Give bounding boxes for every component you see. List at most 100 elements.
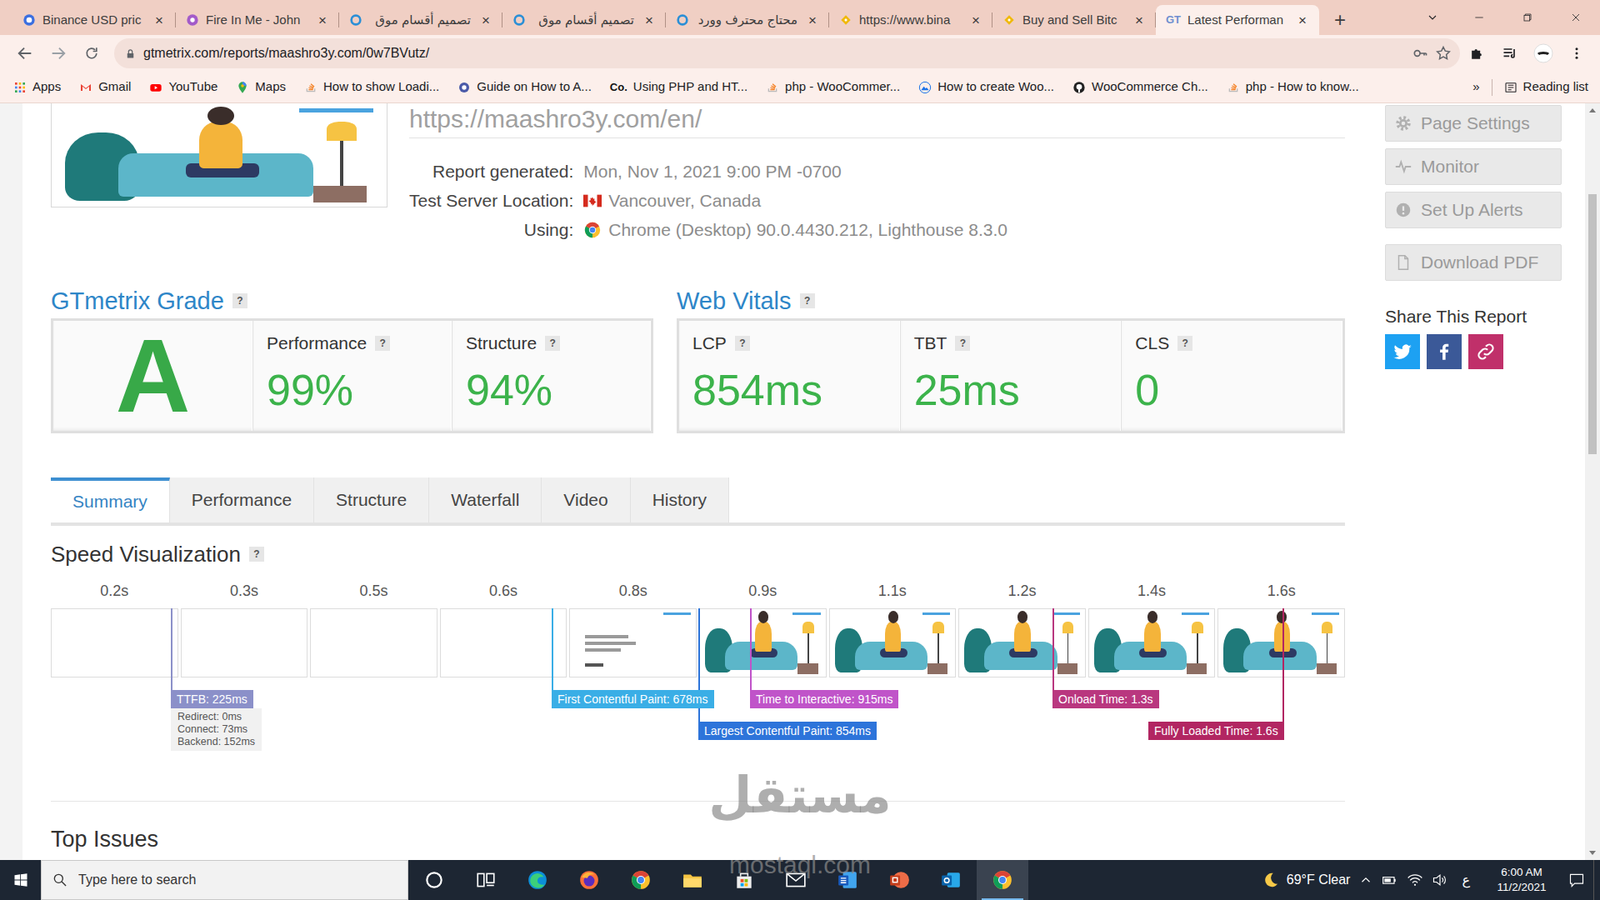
browser-tab[interactable]: https://www.bina×	[829, 5, 993, 35]
menu-dots-icon[interactable]	[1560, 36, 1594, 70]
taskbar-app[interactable]	[408, 860, 460, 900]
search-input[interactable]	[76, 869, 398, 891]
bookmark[interactable]: Gmail	[79, 77, 131, 97]
bookmark[interactable]: WooCommerce Ch...	[1072, 77, 1209, 97]
browser-tab[interactable]: تصميم أقسام موق×	[339, 5, 503, 35]
filmstrip-frame[interactable]	[829, 608, 957, 678]
clock[interactable]: 6:00 AM11/2/2021	[1483, 865, 1560, 895]
timing-marker[interactable]: First Contentful Paint: 678ms	[551, 690, 715, 709]
taskbar-app[interactable]	[873, 860, 925, 900]
puzzle-icon[interactable]	[1460, 36, 1494, 70]
filmstrip-frame[interactable]	[569, 608, 697, 678]
bookmark[interactable]: Maps	[235, 77, 286, 97]
browser-tab[interactable]: GTLatest Performan×	[1155, 5, 1320, 35]
forward-arrow-icon[interactable]	[41, 36, 75, 70]
help-button[interactable]: ?	[1177, 335, 1193, 351]
browser-tab[interactable]: محتاج محترف وورد×	[665, 5, 830, 35]
key-icon[interactable]	[1411, 45, 1429, 62]
tab-close-button[interactable]: ×	[1294, 13, 1311, 28]
chevron-up-icon[interactable]	[1358, 872, 1374, 888]
profile-icon[interactable]	[1526, 36, 1560, 70]
filmstrip-frame[interactable]	[440, 608, 568, 678]
minimize-icon[interactable]	[1455, 0, 1504, 35]
address-url[interactable]: gtmetrix.com/reports/maashro3y.com/0w7BV…	[143, 43, 1405, 64]
scrollbar[interactable]	[1585, 103, 1600, 860]
filmstrip-frame[interactable]	[958, 608, 1086, 678]
tab-close-button[interactable]: ×	[640, 13, 658, 28]
taskbar-app[interactable]	[615, 860, 667, 900]
filmstrip-frame[interactable]	[1088, 608, 1216, 678]
twitter-share-button[interactable]	[1385, 334, 1420, 370]
close-window-icon[interactable]	[1551, 0, 1600, 35]
report-tab[interactable]: Structure	[314, 477, 430, 523]
taskbar-app[interactable]	[511, 860, 564, 900]
taskbar-app[interactable]	[563, 860, 615, 900]
help-button[interactable]: ?	[249, 546, 265, 562]
browser-tab[interactable]: تصميم أقسام موق×	[502, 5, 666, 35]
volume-icon[interactable]	[1431, 871, 1449, 889]
report-tab[interactable]: Waterfall	[429, 477, 542, 523]
wifi-icon[interactable]	[1406, 871, 1424, 889]
weather-widget[interactable]: 69°F Clear	[1261, 870, 1351, 890]
scroll-up-button[interactable]	[1585, 103, 1600, 118]
report-tab[interactable]: Performance	[170, 477, 315, 523]
bookmark[interactable]: How to show Loadi...	[304, 77, 440, 97]
bookmark[interactable]: How to create Woo...	[918, 77, 1055, 97]
filmstrip-frame[interactable]	[699, 608, 827, 678]
address-bar[interactable]: gtmetrix.com/reports/maashro3y.com/0w7BV…	[114, 38, 1460, 69]
timing-marker[interactable]: TTFB: 225ms	[170, 690, 254, 709]
bookmark[interactable]: php - WooCommer...	[765, 77, 900, 97]
report-tab[interactable]: Summary	[50, 477, 170, 523]
show-desktop-button[interactable]	[1593, 860, 1599, 900]
bookmark[interactable]: Apps	[13, 77, 61, 97]
sidebar-button[interactable]: Download PDF	[1385, 244, 1562, 281]
windows-start-icon[interactable]	[0, 860, 41, 900]
notifications-icon[interactable]	[1568, 871, 1585, 889]
sidebar-button[interactable]: Monitor	[1385, 148, 1562, 185]
facebook-share-button[interactable]	[1426, 334, 1462, 370]
bookmark[interactable]: YouTube	[149, 77, 218, 97]
tab-close-button[interactable]: ×	[967, 13, 985, 28]
more-bookmarks-button[interactable]: »	[1472, 77, 1480, 97]
sidebar-button[interactable]: Page Settings	[1385, 105, 1562, 142]
star-icon[interactable]	[1435, 45, 1452, 62]
scroll-down-button[interactable]	[1585, 845, 1600, 860]
battery-icon[interactable]	[1381, 871, 1399, 889]
maximize-icon[interactable]	[1503, 0, 1552, 35]
tab-close-button[interactable]: ×	[1130, 13, 1148, 28]
taskbar-app[interactable]	[718, 860, 770, 900]
help-button[interactable]: ?	[232, 293, 248, 309]
report-tab[interactable]: History	[630, 477, 730, 523]
browser-tab[interactable]: Buy and Sell Bitc×	[992, 5, 1156, 35]
bookmark[interactable]: Guide on How to A...	[457, 77, 592, 97]
filmstrip-frame[interactable]	[50, 608, 179, 678]
bookmark[interactable]: php - How to know...	[1226, 77, 1360, 97]
help-button[interactable]: ?	[735, 335, 750, 351]
input-language[interactable]: ع	[1456, 870, 1475, 890]
taskbar-app[interactable]	[666, 860, 719, 900]
chevron-down-icon[interactable]	[1417, 2, 1448, 33]
new-tab-button[interactable]: +	[1325, 5, 1355, 35]
timing-marker[interactable]: Fully Loaded Time: 1.6s	[1148, 721, 1285, 740]
link-share-button[interactable]	[1468, 334, 1504, 370]
help-button[interactable]: ?	[955, 335, 970, 351]
filmstrip-frame[interactable]	[310, 608, 438, 678]
help-button[interactable]: ?	[800, 293, 815, 309]
help-button[interactable]: ?	[545, 335, 560, 351]
browser-tab[interactable]: Binance USD pric×	[12, 5, 176, 35]
timing-marker[interactable]: Largest Contentful Paint: 854ms	[698, 721, 877, 740]
filmstrip-frame[interactable]	[1217, 608, 1345, 678]
taskbar-app[interactable]	[821, 860, 874, 900]
timing-marker[interactable]: Onload Time: 1.3s	[1052, 690, 1160, 709]
taskbar-app[interactable]	[925, 860, 977, 900]
tab-close-button[interactable]: ×	[150, 13, 168, 28]
back-arrow-icon[interactable]	[8, 36, 42, 70]
taskbar-app[interactable]	[770, 860, 822, 900]
taskbar-app[interactable]	[976, 860, 1029, 900]
tab-close-button[interactable]: ×	[477, 13, 495, 28]
timing-marker[interactable]: Time to Interactive: 915ms	[750, 690, 899, 709]
reading-list-button[interactable]: Reading list	[1504, 77, 1589, 97]
reload-icon[interactable]	[75, 36, 109, 70]
tab-close-button[interactable]: ×	[804, 13, 821, 28]
tab-close-button[interactable]: ×	[314, 13, 331, 28]
